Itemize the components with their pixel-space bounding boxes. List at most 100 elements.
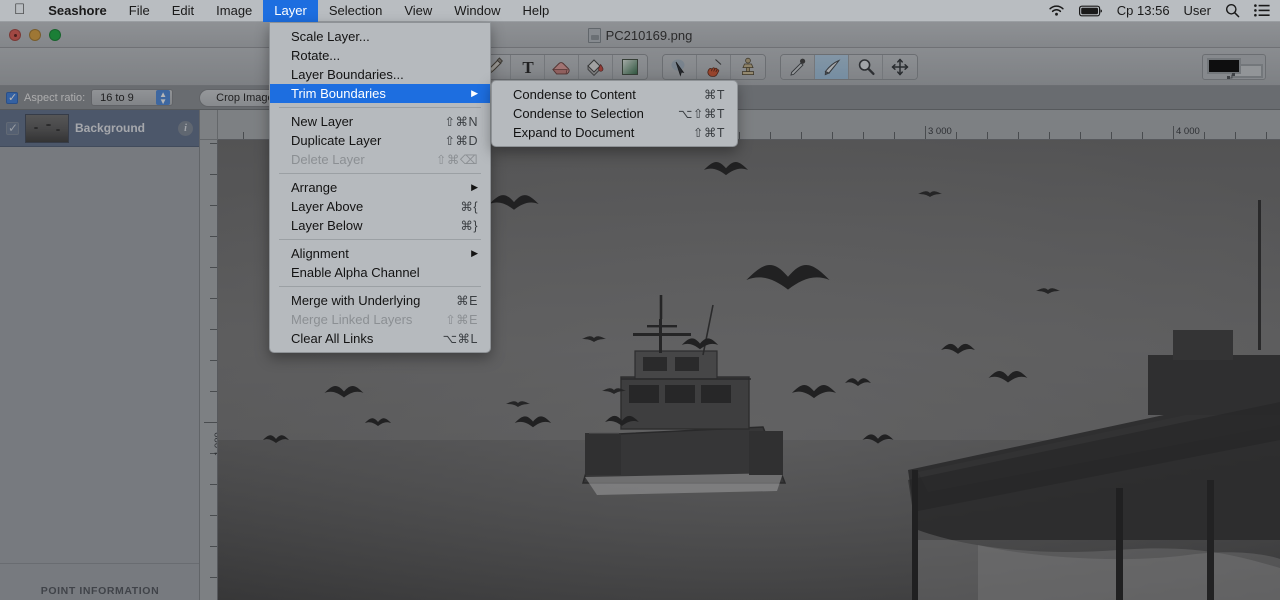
trim-boundaries-submenu[interactable]: Condense to Content ⌘T Condense to Selecti… (491, 80, 738, 147)
menubar-item-layer[interactable]: Layer (263, 0, 318, 22)
menubar-item-selection[interactable]: Selection (318, 0, 393, 22)
clone-stamp-tool[interactable] (731, 54, 765, 79)
menu-item-merge-with-underlying[interactable]: Merge with Underlying ⌘E (270, 291, 490, 310)
menu-item-layer-boundaries[interactable]: Layer Boundaries... (270, 65, 490, 84)
close-button[interactable] (9, 28, 21, 41)
menu-separator (279, 107, 481, 108)
ruler-tick (210, 205, 217, 206)
menubar-item-window[interactable]: Window (443, 0, 511, 22)
menu-item-clear-all-links[interactable]: Clear All Links ⌥⌘L (270, 329, 490, 348)
menu-item-trim-boundaries[interactable]: Trim Boundaries ▶ (270, 84, 490, 103)
menu-item-label: Expand to Document (513, 125, 635, 140)
swap-colors-icon[interactable] (1227, 73, 1235, 80)
ruler-tick (832, 132, 833, 139)
menu-item-label: Trim Boundaries (291, 86, 386, 101)
eyedropper-tool[interactable] (781, 54, 815, 79)
zoom-button[interactable] (49, 28, 61, 41)
menubar-item-seashore[interactable]: Seashore (37, 0, 118, 22)
move-tool[interactable] (883, 54, 917, 79)
paint-tools-group: T (476, 53, 648, 80)
menu-item-label: Delete Layer (291, 152, 365, 167)
ruler-tick (956, 132, 957, 139)
menubar-item-edit[interactable]: Edit (161, 0, 205, 22)
layer-visibility-checkbox[interactable] (6, 120, 19, 136)
layer-thumbnail (25, 113, 69, 143)
menubar-user[interactable]: User (1184, 3, 1211, 18)
minimize-button[interactable] (29, 28, 41, 41)
menu-item-duplicate-layer[interactable]: Duplicate Layer ⇧⌘D (270, 131, 490, 150)
apple-logo-icon[interactable]:  (0, 2, 37, 17)
submenu-arrow-icon: ▶ (471, 248, 478, 258)
submenu-arrow-icon: ▶ (471, 88, 478, 98)
foreground-color-swatch[interactable] (1207, 58, 1241, 74)
lasso-select-tool[interactable] (663, 54, 697, 79)
menu-item-shortcut: ⇧⌘D (444, 134, 478, 148)
point-information-panel: POINT INFORMATION (0, 563, 199, 600)
smudge-tool[interactable] (697, 54, 731, 79)
crop-knife-tool[interactable] (815, 54, 849, 79)
menu-item-condense-to-content[interactable]: Condense to Content ⌘T (492, 85, 737, 104)
ruler-label: 4 000 (1176, 126, 1200, 137)
aspect-ratio-label: Aspect ratio: (24, 91, 86, 104)
color-swatches[interactable] (1202, 54, 1266, 80)
gradient-tool[interactable] (613, 54, 647, 79)
menubar-item-image[interactable]: Image (205, 0, 263, 22)
ruler-tick (1111, 132, 1112, 139)
eraser-tool[interactable] (545, 54, 579, 79)
menubar-item-help[interactable]: Help (512, 0, 561, 22)
menu-item-shortcut: ⌘} (460, 219, 478, 233)
paint-bucket-tool[interactable] (579, 54, 613, 79)
window-controls (0, 28, 61, 41)
ruler-tick (739, 132, 740, 139)
menu-item-shortcut: ⇧⌘T (692, 126, 725, 140)
ruler-corner[interactable] (200, 110, 218, 140)
menu-item-shortcut: ⇧⌘E (445, 313, 478, 327)
text-tool[interactable]: T (511, 54, 545, 79)
ruler-tick (210, 360, 217, 361)
ruler-tick (863, 132, 864, 139)
menubar-clock[interactable]: Cp 13:56 (1117, 3, 1170, 18)
menu-item-label: Rotate... (291, 48, 341, 63)
document-icon (587, 27, 601, 43)
submenu-arrow-icon: ▶ (471, 182, 478, 192)
menubar-item-view[interactable]: View (393, 0, 443, 22)
wifi-icon[interactable] (1048, 4, 1065, 17)
search-icon[interactable] (1225, 3, 1240, 18)
menu-separator (279, 286, 481, 287)
ruler-major-tick (204, 422, 217, 423)
menu-item-label: Layer Above (291, 199, 364, 214)
menu-item-shortcut: ⌥⇧⌘T (677, 107, 725, 121)
ruler-tick (1080, 132, 1081, 139)
menu-item-new-layer[interactable]: New Layer ⇧⌘N (270, 112, 490, 131)
vertical-ruler[interactable]: 1 000 (200, 140, 218, 600)
menu-item-label: Layer Below (291, 218, 363, 233)
menu-item-rotate[interactable]: Rotate... (270, 46, 490, 65)
menu-item-arrange[interactable]: Arrange ▶ (270, 178, 490, 197)
menu-item-shortcut: ⌘{ (460, 200, 478, 214)
notification-list-icon[interactable] (1254, 4, 1270, 17)
battery-icon[interactable] (1078, 5, 1103, 17)
layer-menu-dropdown[interactable]: Scale Layer... Rotate... Layer Boundaries.… (269, 22, 491, 353)
layer-list-item-background[interactable]: Background i (0, 110, 199, 147)
layer-info-icon[interactable]: i (178, 120, 193, 136)
menu-item-scale-layer[interactable]: Scale Layer... (270, 27, 490, 46)
ruler-tick (1204, 132, 1205, 139)
menubar-item-file[interactable]: File (118, 0, 161, 22)
menu-item-layer-above[interactable]: Layer Above ⌘{ (270, 197, 490, 216)
menu-item-shortcut: ⌥⌘L (442, 332, 478, 346)
menu-item-layer-below[interactable]: Layer Below ⌘} (270, 216, 490, 235)
aspect-ratio-select[interactable]: 16 to 9 ▲ ▼ (91, 89, 174, 106)
menu-item-expand-to-document[interactable]: Expand to Document ⇧⌘T (492, 123, 737, 142)
seashore-app-window:  SeashoreFileEditImageLayerSelectionVie… (0, 0, 1280, 600)
menu-item-enable-alpha-channel[interactable]: Enable Alpha Channel (270, 263, 490, 282)
chevron-updown-icon: ▲ ▼ (156, 90, 171, 106)
menu-item-delete-layer: Delete Layer ⇧⌘⌫ (270, 150, 490, 169)
menubar-status-area: Cp 13:56 User (1048, 3, 1280, 18)
menu-item-label: New Layer (291, 114, 354, 129)
zoom-tool[interactable] (849, 54, 883, 79)
aspect-ratio-checkbox[interactable] (6, 91, 18, 105)
menu-item-label: Enable Alpha Channel (291, 265, 420, 280)
ruler-tick (987, 132, 988, 139)
menu-item-condense-to-selection[interactable]: Condense to Selection ⌥⇧⌘T (492, 104, 737, 123)
menu-item-alignment[interactable]: Alignment ▶ (270, 244, 490, 263)
